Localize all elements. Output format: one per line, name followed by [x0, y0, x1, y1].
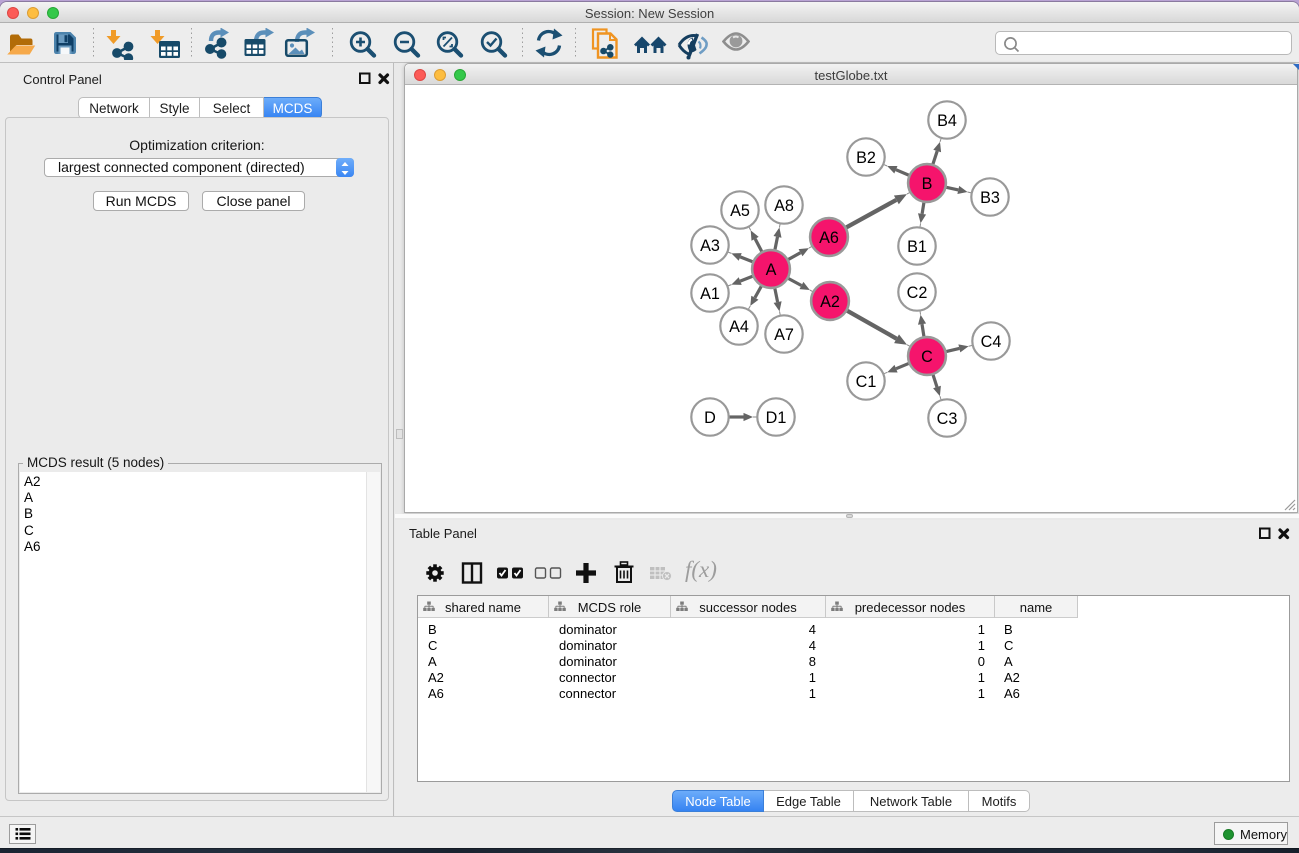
svg-text:A5: A5 [730, 202, 750, 220]
svg-text:A2: A2 [820, 293, 840, 311]
svg-text:C4: C4 [981, 333, 1002, 351]
svg-text:A: A [766, 261, 777, 279]
svg-text:B3: B3 [980, 189, 1000, 207]
svg-text:A3: A3 [700, 237, 720, 255]
svg-text:B: B [922, 175, 933, 193]
svg-text:C1: C1 [856, 373, 877, 391]
svg-text:D1: D1 [766, 409, 787, 427]
svg-text:A4: A4 [729, 318, 749, 336]
svg-text:B4: B4 [937, 112, 957, 130]
svg-text:D: D [704, 409, 716, 427]
svg-text:B1: B1 [907, 238, 927, 256]
svg-text:A8: A8 [774, 197, 794, 215]
svg-text:B2: B2 [856, 149, 876, 167]
svg-text:C: C [921, 348, 933, 366]
svg-text:A1: A1 [700, 285, 720, 303]
svg-text:A7: A7 [774, 326, 794, 344]
svg-text:C2: C2 [907, 284, 928, 302]
svg-text:C3: C3 [937, 410, 958, 428]
svg-text:A6: A6 [819, 229, 839, 247]
